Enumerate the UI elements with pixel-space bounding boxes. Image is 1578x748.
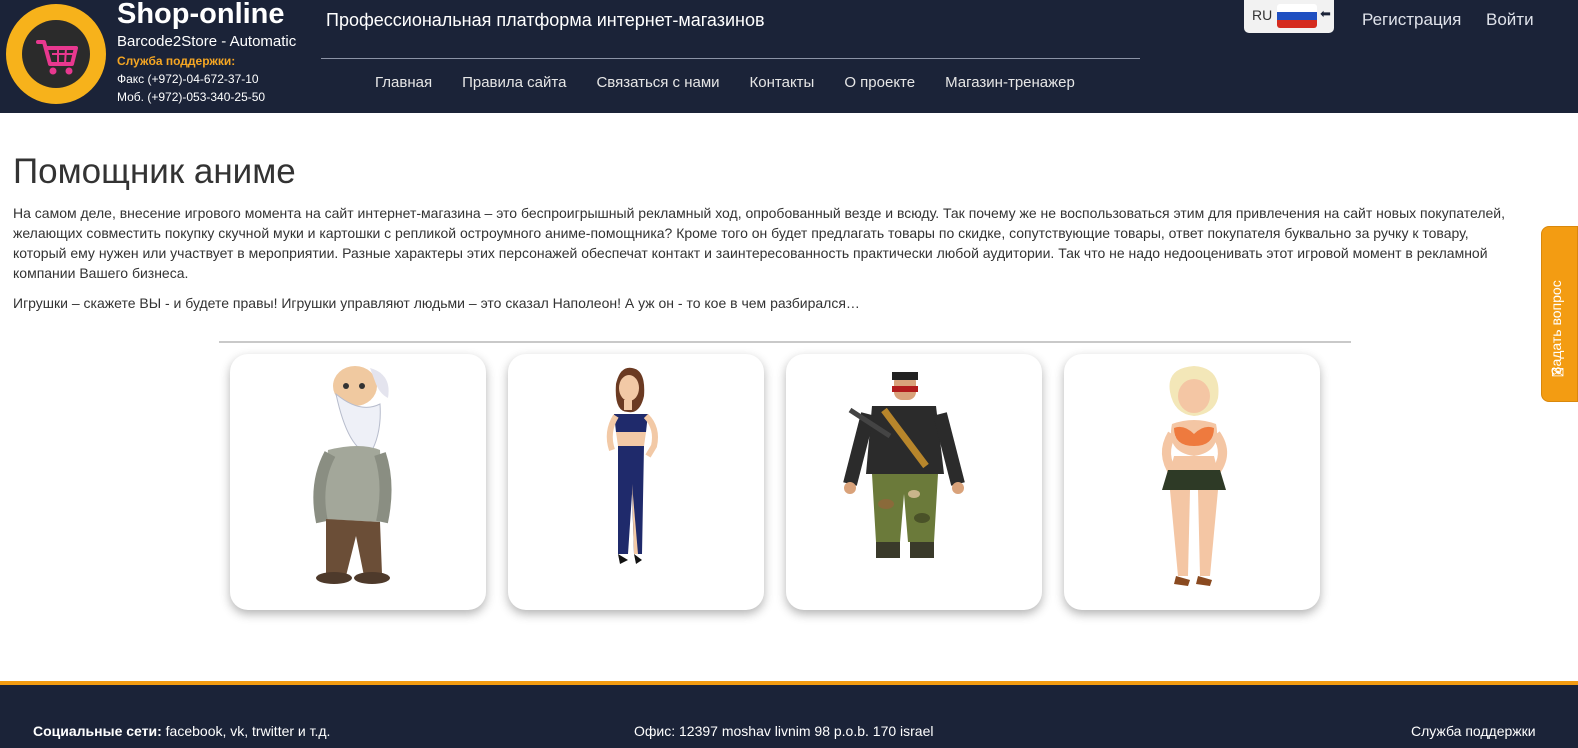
intro-paragraph: На самом деле, внесение игрового момента…: [13, 205, 1505, 281]
nav-item-contact-us[interactable]: Связаться с нами: [596, 74, 719, 91]
office-address: Офис: 12397 moshav livnim 98 p.o.b. 170 …: [634, 723, 934, 739]
fax-number: Факс (+972)-04-672-37-10: [117, 72, 259, 86]
nav-item-rules[interactable]: Правила сайта: [462, 74, 566, 91]
nav-item-about[interactable]: О проекте: [844, 74, 915, 91]
nav-item-home[interactable]: Главная: [375, 74, 432, 91]
brand-subtitle: Barcode2Store - Automatic: [117, 33, 297, 50]
arrow-left-icon: ⬅: [1320, 6, 1331, 21]
language-code: RU: [1252, 7, 1273, 23]
site-header: Shop-online Barcode2Store - Automatic Сл…: [0, 0, 1578, 113]
page-title: Помощник аниме: [13, 152, 296, 191]
nav-item-contacts[interactable]: Контакты: [750, 74, 815, 91]
character-card-blonde-woman[interactable]: [1064, 354, 1320, 610]
character-card-woman-in-blue[interactable]: [508, 354, 764, 610]
blonde-woman-character: [1162, 366, 1227, 586]
ask-question-label: Задать вопрос: [1548, 280, 1564, 375]
quote-paragraph: Игрушки – скажете ВЫ - и будете правы! И…: [13, 295, 860, 311]
ask-question-tab[interactable]: Задать вопрос ✉: [1541, 226, 1578, 402]
nav-item-training-shop[interactable]: Магазин-тренажер: [945, 74, 1075, 91]
russia-flag-icon: [1277, 4, 1317, 28]
gallery-divider: [219, 341, 1351, 343]
soldier-character: [843, 372, 965, 558]
envelope-icon: ✉: [1551, 365, 1565, 382]
woman-in-blue-character: [606, 367, 658, 564]
tagline: Профессиональная платформа интернет-мага…: [326, 10, 765, 30]
social-links-text[interactable]: facebook, vk, trwitter и т.д.: [162, 723, 331, 739]
support-label: Служба поддержки:: [117, 54, 236, 68]
old-man-character: [313, 366, 392, 584]
register-link[interactable]: Регистрация: [1362, 10, 1461, 30]
character-card-soldier[interactable]: [786, 354, 1042, 610]
social-networks: Социальные сети: facebook, vk, trwitter …: [33, 723, 330, 739]
social-label: Социальные сети:: [33, 723, 162, 739]
logo[interactable]: [6, 4, 106, 104]
character-card-old-man[interactable]: [230, 354, 486, 610]
main-nav: Главная Правила сайта Связаться с нами К…: [375, 74, 1105, 91]
footer-support-link[interactable]: Служба поддержки: [1411, 723, 1536, 739]
header-divider: [321, 58, 1140, 59]
site-footer: Социальные сети: facebook, vk, trwitter …: [0, 681, 1578, 748]
logo-inner: [22, 20, 90, 88]
brand-title[interactable]: Shop-online: [117, 0, 285, 31]
language-selector[interactable]: RU ⬅: [1244, 0, 1334, 33]
login-link[interactable]: Войти: [1486, 10, 1534, 30]
shopping-cart-icon: [36, 40, 78, 75]
mobile-number: Моб. (+972)-053-340-25-50: [117, 90, 266, 104]
